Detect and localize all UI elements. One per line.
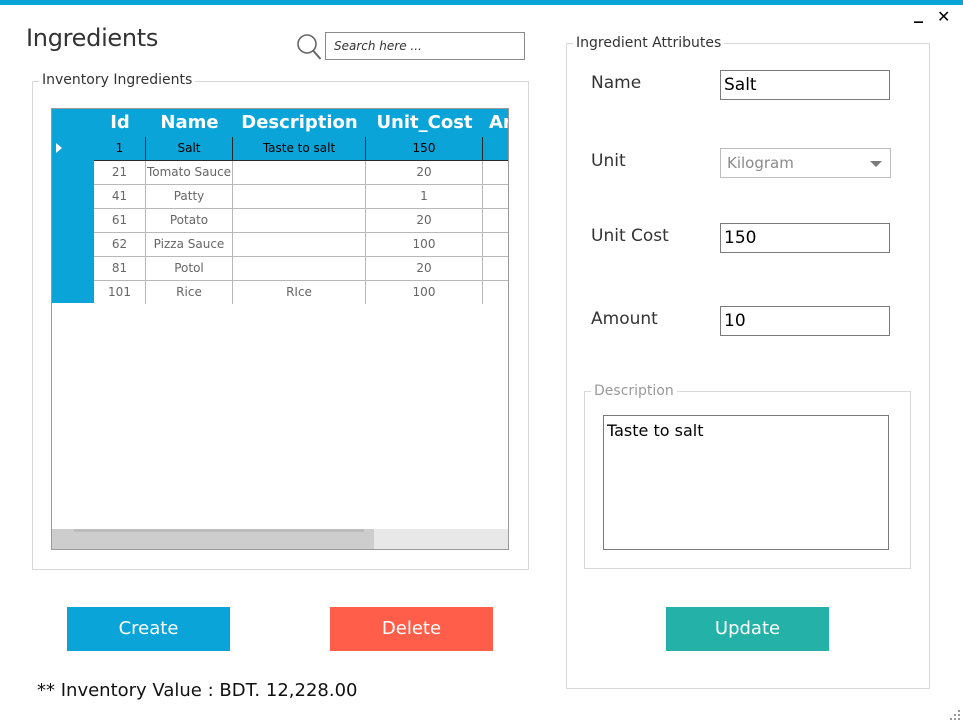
column-header-description[interactable]: Description: [233, 109, 366, 137]
cell-unit-cost: 150: [366, 137, 483, 161]
row-pointer-icon: [56, 143, 62, 153]
cell-description: RIce: [233, 281, 366, 304]
description-textarea[interactable]: Taste to salt: [603, 415, 889, 550]
amount-field[interactable]: 10: [720, 306, 890, 336]
cell-description: Taste to salt: [233, 137, 366, 161]
table-row[interactable]: 81 Potol 20: [94, 257, 508, 281]
cell-amount: [483, 161, 508, 185]
cell-amount: [483, 137, 508, 161]
chevron-down-icon[interactable]: [870, 161, 882, 167]
cell-name: Tomato Sauce: [146, 161, 233, 185]
search-input[interactable]: [325, 32, 525, 60]
table-row[interactable]: 61 Potato 20: [94, 209, 508, 233]
cell-amount: [483, 185, 508, 209]
description-legend: Description: [591, 383, 677, 399]
column-header-id[interactable]: Id: [94, 109, 146, 137]
horizontal-scrollbar[interactable]: [52, 529, 508, 549]
unit-cost-field[interactable]: 150: [720, 223, 890, 253]
name-field[interactable]: Salt: [720, 70, 890, 100]
cell-name: Potato: [146, 209, 233, 233]
cell-id: 41: [94, 185, 146, 209]
inventory-value-text: ** Inventory Value : BDT. 12,228.00: [37, 680, 358, 701]
cell-description: [233, 233, 366, 257]
cell-name: Potol: [146, 257, 233, 281]
attributes-group: [566, 43, 930, 689]
scrollbar-thumb[interactable]: [52, 529, 374, 549]
cell-id: 81: [94, 257, 146, 281]
table-row[interactable]: 41 Patty 1: [94, 185, 508, 209]
amount-label: Amount: [591, 309, 658, 329]
page-title: Ingredients: [26, 24, 159, 52]
window-accent-bar: [0, 0, 963, 5]
unit-cost-label: Unit Cost: [591, 226, 669, 246]
cell-amount: [483, 281, 508, 304]
resize-grip-icon[interactable]: [949, 709, 961, 721]
cell-description: [233, 257, 366, 281]
close-icon[interactable]: ✕: [937, 7, 950, 27]
minimize-icon[interactable]: _: [914, 4, 923, 24]
cell-name: Salt: [146, 137, 233, 161]
cell-name: Pizza Sauce: [146, 233, 233, 257]
table-row[interactable]: 21 Tomato Sauce 20: [94, 161, 508, 185]
cell-id: 62: [94, 233, 146, 257]
cell-amount: [483, 233, 508, 257]
cell-unit-cost: 20: [366, 161, 483, 185]
table-row[interactable]: 62 Pizza Sauce 100: [94, 233, 508, 257]
update-button[interactable]: Update: [666, 607, 829, 651]
column-header-unit-cost[interactable]: Unit_Cost: [366, 109, 483, 137]
cell-id: 61: [94, 209, 146, 233]
name-label: Name: [591, 73, 642, 93]
cell-id: 1: [94, 137, 146, 161]
delete-button[interactable]: Delete: [330, 607, 493, 651]
cell-unit-cost: 20: [366, 257, 483, 281]
attributes-legend: Ingredient Attributes: [573, 35, 725, 51]
cell-id: 21: [94, 161, 146, 185]
cell-amount: [483, 257, 508, 281]
cell-description: [233, 185, 366, 209]
cell-description: [233, 209, 366, 233]
table-row[interactable]: 101 Rice RIce 100: [94, 281, 508, 305]
cell-name: Patty: [146, 185, 233, 209]
table-row[interactable]: 1 Salt Taste to salt 150: [94, 137, 508, 161]
column-header-amount[interactable]: Ar: [483, 109, 508, 137]
column-header-name[interactable]: Name: [146, 109, 233, 137]
create-button[interactable]: Create: [67, 607, 230, 651]
grid-header: Id Name Description Unit_Cost Ar: [52, 109, 508, 137]
row-header-column[interactable]: [52, 137, 94, 303]
cell-unit-cost: 20: [366, 209, 483, 233]
cell-unit-cost: 100: [366, 233, 483, 257]
unit-select-value: Kilogram: [727, 154, 794, 172]
cell-id: 101: [94, 281, 146, 304]
unit-select[interactable]: Kilogram: [720, 148, 891, 178]
cell-description: [233, 161, 366, 185]
search-icon[interactable]: [296, 33, 322, 61]
unit-label: Unit: [591, 151, 626, 171]
cell-unit-cost: 1: [366, 185, 483, 209]
ingredients-grid[interactable]: Id Name Description Unit_Cost Ar 1 Salt …: [51, 108, 509, 550]
cell-name: Rice: [146, 281, 233, 304]
scrollbar-track-line: [74, 529, 364, 532]
cell-amount: [483, 209, 508, 233]
cell-unit-cost: 100: [366, 281, 483, 304]
inventory-legend: Inventory Ingredients: [39, 72, 196, 88]
